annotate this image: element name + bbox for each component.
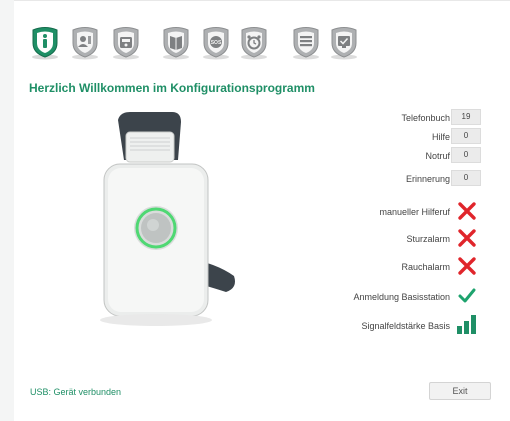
green-check-icon: [457, 286, 477, 306]
feature-label: Sturzalarm: [406, 234, 450, 244]
red-x-icon: [457, 228, 477, 248]
counter-label: Notruf: [425, 151, 450, 161]
feature-label: Anmeldung Basisstation: [353, 292, 450, 302]
welcome-title: Herzlich Willkommen im Konfigurationspro…: [29, 81, 315, 95]
counter-value: 0: [451, 170, 481, 186]
signal-bars-icon: [455, 312, 479, 336]
feature-label: Rauchalarm: [401, 262, 450, 272]
info-icon[interactable]: [29, 24, 61, 60]
feature-label: manueller Hilferuf: [379, 207, 450, 217]
toolbar: SOS: [14, 10, 510, 68]
settings-list-icon[interactable]: [290, 24, 322, 60]
red-x-icon: [457, 201, 477, 221]
exit-button[interactable]: Exit: [429, 382, 491, 400]
monitor-check-icon[interactable]: [328, 24, 360, 60]
basestation-icon[interactable]: [110, 24, 142, 60]
counter-value: 0: [451, 147, 481, 163]
left-border: [0, 0, 14, 421]
sos-icon[interactable]: SOS: [200, 24, 232, 60]
svg-text:SOS: SOS: [211, 40, 222, 46]
usb-status: USB: Gerät verbunden: [30, 387, 122, 397]
counter-value: 0: [451, 128, 481, 144]
top-border: [14, 0, 510, 1]
emergency-pendant-image: [86, 108, 266, 348]
counter-label: Telefonbuch: [401, 113, 450, 123]
counter-label: Hilfe: [431, 132, 450, 142]
red-x-icon: [457, 256, 477, 276]
alarm-clock-icon[interactable]: [238, 24, 270, 60]
signal-label: Signalfeldstärke Basis: [361, 321, 450, 331]
counter-value: 19: [451, 109, 481, 125]
phonebook-icon[interactable]: [160, 24, 192, 60]
counter-label: Erinnerung: [405, 174, 450, 184]
contacts-icon[interactable]: [69, 24, 101, 60]
